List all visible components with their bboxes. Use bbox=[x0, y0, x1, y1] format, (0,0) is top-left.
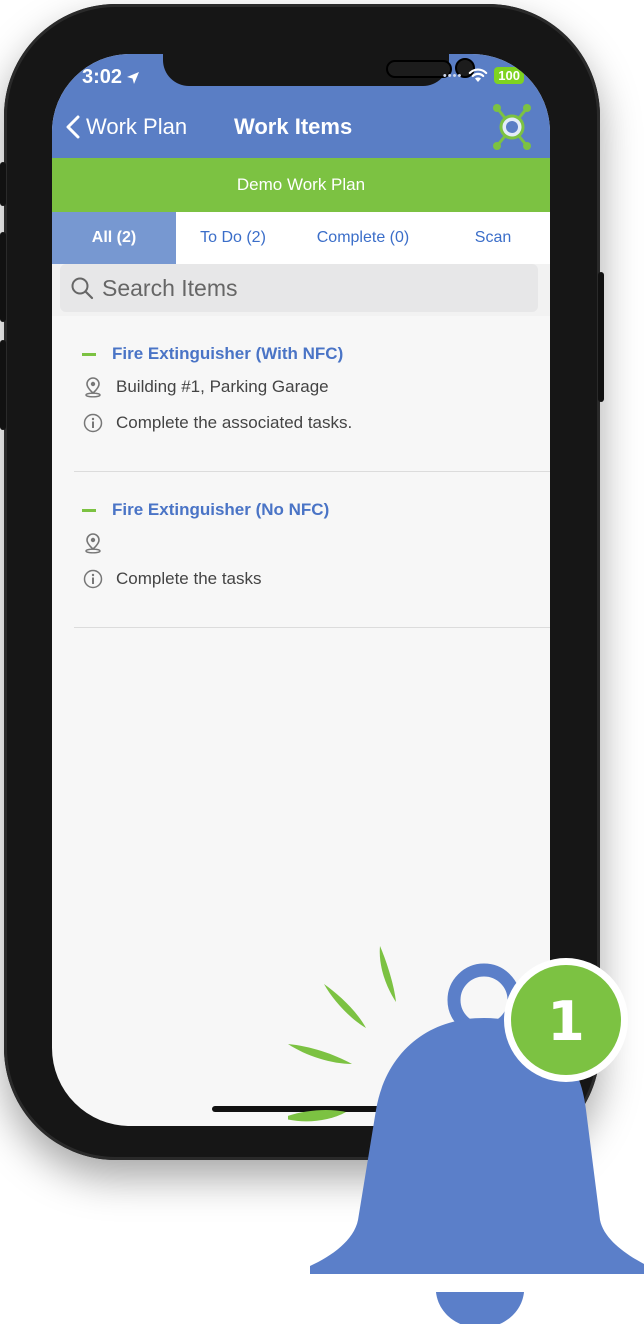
tab-to-do[interactable]: To Do (2) bbox=[176, 212, 290, 264]
ring-line-icon bbox=[288, 1110, 346, 1122]
back-button[interactable]: Work Plan bbox=[66, 114, 187, 140]
back-button-label: Work Plan bbox=[86, 114, 188, 139]
signal-dots-icon: •••• bbox=[442, 69, 463, 82]
ring-line-icon bbox=[379, 946, 396, 1002]
notification-bell-icon[interactable]: 1 bbox=[288, 940, 644, 1324]
info-icon bbox=[83, 569, 103, 589]
work-plan-banner: Demo Work Plan bbox=[52, 158, 550, 212]
item-title[interactable]: Fire Extinguisher (No NFC) bbox=[82, 500, 329, 520]
location-arrow-icon bbox=[127, 71, 140, 84]
item-location: Building #1, Parking Garage bbox=[116, 377, 329, 396]
page-title: Work Items bbox=[234, 114, 353, 139]
wifi-icon bbox=[468, 68, 488, 82]
notch bbox=[163, 54, 475, 86]
list-item[interactable]: Fire Extinguisher (With NFC) Building #1… bbox=[52, 316, 550, 472]
power-button bbox=[598, 272, 604, 402]
volume-up-button bbox=[0, 232, 6, 322]
search-input[interactable] bbox=[94, 273, 504, 303]
item-description: Complete the tasks bbox=[116, 569, 262, 588]
status-bar-time: 3:02 bbox=[82, 66, 140, 89]
search-bar[interactable] bbox=[60, 264, 538, 312]
search-icon bbox=[71, 277, 94, 300]
notification-count-badge: 1 bbox=[547, 990, 585, 1053]
info-icon bbox=[83, 413, 103, 433]
battery-indicator: 100 bbox=[494, 67, 524, 84]
silent-switch bbox=[0, 162, 6, 206]
tab-all[interactable]: All (2) bbox=[52, 212, 176, 264]
status-bar-indicators: •••• 100 bbox=[443, 67, 524, 84]
item-description-row: Complete the tasks bbox=[82, 568, 262, 590]
item-title[interactable]: Fire Extinguisher (With NFC) bbox=[82, 344, 343, 364]
collapse-dash-icon bbox=[82, 352, 96, 356]
item-location-row: Building #1, Parking Garage bbox=[82, 376, 329, 398]
item-description-row: Complete the associated tasks. bbox=[82, 412, 352, 434]
tab-scan[interactable]: Scan bbox=[436, 212, 550, 264]
volume-down-button bbox=[0, 340, 6, 430]
chevron-left-icon bbox=[66, 115, 80, 139]
collapse-dash-icon bbox=[82, 508, 96, 512]
ring-line-icon bbox=[324, 984, 366, 1028]
divider bbox=[74, 627, 550, 628]
item-location-row bbox=[82, 532, 116, 554]
filter-tabs: All (2) To Do (2) Complete (0) Scan bbox=[52, 212, 550, 265]
location-pin-icon bbox=[85, 377, 101, 398]
tab-complete[interactable]: Complete (0) bbox=[290, 212, 436, 264]
work-items-list: Fire Extinguisher (With NFC) Building #1… bbox=[52, 316, 550, 628]
ring-line-icon bbox=[288, 1044, 352, 1064]
app-logo-icon[interactable] bbox=[490, 102, 534, 152]
item-description: Complete the associated tasks. bbox=[116, 413, 353, 432]
location-pin-icon bbox=[85, 533, 101, 554]
list-item[interactable]: Fire Extinguisher (No NFC) Complete the … bbox=[52, 472, 550, 628]
app-header: 3:02 •••• 100 Work Plan Work Items bbox=[52, 54, 550, 158]
search-bar-container bbox=[52, 264, 550, 316]
